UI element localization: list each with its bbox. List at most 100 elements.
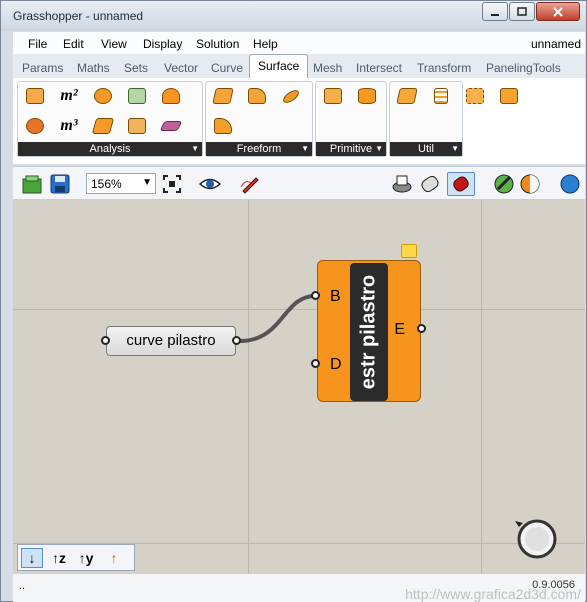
cluster-input-b: B	[330, 288, 341, 305]
panel-input-port[interactable]	[101, 336, 110, 345]
solution-icon	[520, 174, 540, 194]
mini-button-y[interactable]: ↑y	[75, 548, 97, 568]
open-icon	[22, 175, 42, 194]
tab-curve[interactable]: Curve	[211, 61, 243, 75]
tab-surface[interactable]: Surface	[249, 54, 309, 80]
document-name: unnamed	[530, 37, 581, 51]
extrude-point-icon[interactable]	[278, 84, 304, 108]
surface-check-icon[interactable]	[22, 114, 48, 138]
canvas-toolbar: 156% ▼	[13, 166, 585, 200]
watermark: http://www.grafica2d3d.com/	[405, 586, 581, 602]
status-text: ..	[19, 580, 26, 592]
area-label: m²	[60, 87, 78, 104]
cluster-component[interactable]: B D estr pilastro E	[317, 260, 421, 402]
util-group-label[interactable]: Util ▼	[390, 142, 462, 156]
minimize-button[interactable]	[482, 2, 508, 21]
volume-icon[interactable]: m³	[56, 114, 82, 138]
preview-shaded-button[interactable]	[419, 173, 441, 195]
mini-button-z[interactable]: ↑z	[48, 548, 70, 568]
primitive-group-label[interactable]: Primitive ▼	[316, 142, 386, 156]
surface-closest-point-icon[interactable]	[124, 84, 150, 108]
cylinder-icon[interactable]	[354, 84, 380, 108]
eye-icon	[198, 178, 222, 190]
menu-file[interactable]: File	[28, 37, 47, 51]
copy-trim-icon[interactable]	[394, 84, 420, 108]
bake-icon	[494, 174, 514, 194]
panel-output-port[interactable]	[232, 336, 241, 345]
zoom-select[interactable]: 156% ▼	[86, 173, 156, 194]
tab-sets[interactable]: Sets	[124, 61, 148, 75]
solution-button[interactable]	[519, 173, 541, 195]
panel-text: curve pilastro	[126, 332, 216, 349]
analysis-group-label[interactable]: Analysis ▼	[18, 142, 202, 156]
tab-maths[interactable]: Maths	[77, 61, 110, 75]
preview-button[interactable]	[198, 173, 222, 195]
center-box-icon[interactable]	[320, 84, 346, 108]
tab-transform[interactable]: Transform	[417, 61, 471, 75]
preview-selected-button[interactable]	[447, 172, 475, 196]
cluster-name-plate: estr pilastro	[350, 263, 388, 401]
evaluate-surface-icon[interactable]	[90, 84, 116, 108]
util-group: Util ▼	[389, 81, 518, 157]
dropdown-icon: ▼	[451, 144, 459, 153]
menu-solution[interactable]: Solution	[196, 37, 239, 51]
cluster-output-port-e[interactable]	[417, 324, 426, 333]
tab-mesh[interactable]: Mesh	[313, 61, 342, 75]
deconstruct-brep-icon[interactable]	[158, 114, 184, 138]
maximize-icon	[517, 6, 527, 16]
navigation-compass-icon[interactable]	[513, 515, 559, 561]
pen-icon	[240, 177, 259, 194]
sphere-preview-button[interactable]	[559, 173, 581, 195]
tab-panelingtools[interactable]: PanelingTools	[486, 61, 561, 75]
open-file-button[interactable]	[21, 173, 43, 195]
close-button[interactable]	[536, 2, 580, 21]
util-label: Util	[418, 143, 434, 155]
message-flag-icon	[401, 244, 417, 258]
principal-curvature-icon[interactable]	[90, 114, 116, 138]
tab-params[interactable]: Params	[22, 61, 63, 75]
status-bar: .. 0.9.0056 http://www.grafica2d3d.com/	[13, 574, 585, 602]
box-analysis-icon[interactable]	[22, 84, 48, 108]
isotrim-icon[interactable]	[462, 84, 488, 108]
dropdown-icon: ▼	[191, 144, 199, 153]
primitive-label: Primitive	[329, 143, 373, 155]
zoom-extents-button[interactable]	[161, 173, 183, 195]
extrude-icon[interactable]	[244, 84, 270, 108]
boundary-surfaces-icon[interactable]	[210, 84, 236, 108]
menu-bar: File Edit View Display Solution Help unn…	[13, 32, 585, 54]
menu-help[interactable]: Help	[253, 37, 278, 51]
divide-domain-icon[interactable]	[428, 84, 454, 108]
zoom-extents-icon	[163, 175, 181, 193]
sweep-icon[interactable]	[210, 114, 236, 138]
grasshopper-window: Grasshopper - unnamed File Edit View Dis…	[0, 0, 587, 602]
dropdown-icon: ▼	[301, 144, 309, 153]
menu-view[interactable]: View	[101, 37, 127, 51]
tab-intersect[interactable]: Intersect	[356, 61, 402, 75]
cluster-input-port-d[interactable]	[311, 359, 320, 368]
grasshopper-canvas[interactable]: curve pilastro B D estr pilastro E	[13, 200, 585, 574]
mini-button-down[interactable]: ↓	[21, 548, 43, 568]
brep-edges-icon[interactable]	[124, 114, 150, 138]
panel-component[interactable]: curve pilastro	[106, 326, 236, 356]
menu-display[interactable]: Display	[143, 37, 182, 51]
area-icon[interactable]: m²	[56, 84, 82, 108]
cluster-input-port-b[interactable]	[311, 291, 320, 300]
sphere-icon	[560, 174, 580, 194]
sketch-button[interactable]	[239, 173, 261, 195]
component-ribbon: m² m³ Analysis ▼ Freeform ▼ Primitive ▼ …	[13, 78, 585, 164]
bake-button[interactable]	[493, 173, 515, 195]
chevron-down-icon: ▼	[142, 177, 152, 188]
tab-vector[interactable]: Vector	[164, 61, 198, 75]
brep-join-icon[interactable]	[496, 84, 522, 108]
save-button[interactable]	[49, 173, 71, 195]
close-icon	[553, 6, 563, 17]
canvas-mini-toolbar: ↓ ↑z ↑y ↑	[17, 544, 135, 571]
menu-edit[interactable]: Edit	[63, 37, 84, 51]
dropdown-icon: ▼	[375, 144, 383, 153]
mini-button-up[interactable]: ↑	[103, 548, 125, 568]
dimensions-icon[interactable]	[158, 84, 184, 108]
freeform-group-label[interactable]: Freeform ▼	[206, 142, 312, 156]
freeform-label: Freeform	[236, 143, 282, 155]
preview-wire-button[interactable]	[391, 173, 413, 195]
maximize-button[interactable]	[509, 2, 535, 21]
